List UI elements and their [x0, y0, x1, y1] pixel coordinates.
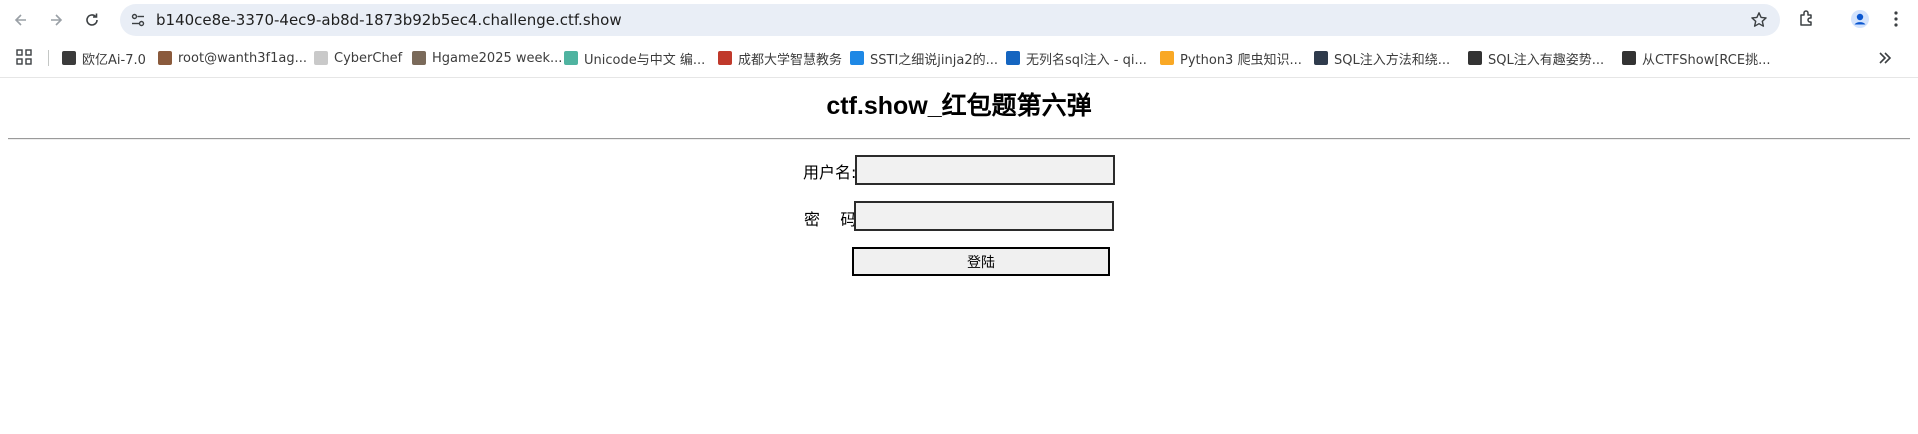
bookmark-favicon-icon [62, 51, 76, 65]
bookmark-item[interactable]: 无列名sql注入 - qi... [1006, 44, 1147, 72]
bookmark-item[interactable]: SQL注入有趣姿势... [1468, 44, 1604, 72]
profile-icon[interactable] [1850, 9, 1870, 29]
bookmark-label: 从CTFShow[RCE挑... [1642, 52, 1771, 68]
bookmark-label: Unicode与中文 编... [584, 52, 706, 68]
bookmark-favicon-icon [850, 51, 864, 65]
bookmark-favicon-icon [1468, 51, 1482, 65]
bookmark-label: 欧亿Ai-7.0 [82, 52, 146, 68]
bookmark-label: Hgame2025 week... [432, 50, 563, 66]
bookmark-favicon-icon [158, 51, 172, 65]
browser-toolbar: b140ce8e-3370-4ec9-ab8d-1873b92b5ec4.cha… [0, 0, 1918, 40]
username-input[interactable] [855, 155, 1115, 185]
bookmark-favicon-icon [314, 51, 328, 65]
bookmark-item[interactable]: Unicode与中文 编... [564, 44, 705, 72]
bookmark-favicon-icon [1160, 51, 1174, 65]
toolbar-divider [0, 77, 1918, 78]
bookmark-item[interactable]: SSTI之细说jinja2的... [850, 44, 998, 72]
more-bookmarks-icon[interactable] [1876, 49, 1894, 67]
password-input[interactable] [854, 201, 1114, 231]
bookmark-item[interactable]: 成都大学智慧教务 [718, 44, 842, 72]
bookmark-item[interactable]: root@wanth3f1ag... [158, 44, 307, 72]
bookmark-favicon-icon [564, 51, 578, 65]
menu-icon[interactable] [1886, 9, 1906, 29]
forward-icon[interactable] [44, 8, 68, 32]
bookmark-favicon-icon [1622, 51, 1636, 65]
page-title: ctf.show_红包题第六弹 [826, 92, 1092, 120]
bookmark-label: SQL注入有趣姿势... [1488, 52, 1605, 68]
bookmark-label: SSTI之细说jinja2的... [870, 52, 998, 68]
address-bar[interactable]: b140ce8e-3370-4ec9-ab8d-1873b92b5ec4.cha… [120, 4, 1780, 36]
bookmark-favicon-icon [1314, 51, 1328, 65]
username-label: 用户名: [803, 163, 857, 182]
bookmark-label: 无列名sql注入 - qi... [1026, 52, 1147, 68]
extensions-icon[interactable] [1797, 9, 1817, 29]
bookmark-label: Python3 爬虫知识... [1180, 52, 1302, 68]
bookmark-star-icon[interactable] [1750, 11, 1768, 29]
bookmark-item[interactable]: CyberChef [314, 44, 402, 72]
bookmark-favicon-icon [412, 51, 426, 65]
reload-icon[interactable] [80, 8, 104, 32]
bookmarks-bar: 欧亿Ai-7.0 root@wanth3f1ag... CyberChef Hgame… [0, 44, 1918, 72]
bookmark-label: root@wanth3f1ag... [178, 50, 307, 66]
back-icon[interactable] [9, 8, 33, 32]
bookmark-favicon-icon [718, 51, 732, 65]
login-button[interactable]: 登陆 [852, 247, 1110, 276]
bookmark-item[interactable]: Hgame2025 week... [412, 44, 562, 72]
bookmark-label: 成都大学智慧教务 [738, 52, 843, 68]
bookmark-label: SQL注入方法和绕... [1334, 52, 1451, 68]
site-settings-icon[interactable] [130, 12, 146, 28]
page-divider [8, 138, 1910, 140]
bookmark-favicon-icon [1006, 51, 1020, 65]
bookmark-item[interactable]: Python3 爬虫知识... [1160, 44, 1302, 72]
url-text[interactable]: b140ce8e-3370-4ec9-ab8d-1873b92b5ec4.cha… [156, 4, 622, 36]
bookmark-item[interactable]: 欧亿Ai-7.0 [62, 44, 146, 72]
bookmark-item[interactable]: 从CTFShow[RCE挑... [1622, 44, 1771, 72]
bookmark-label: CyberChef [334, 50, 403, 66]
bookmark-item[interactable]: SQL注入方法和绕... [1314, 44, 1450, 72]
